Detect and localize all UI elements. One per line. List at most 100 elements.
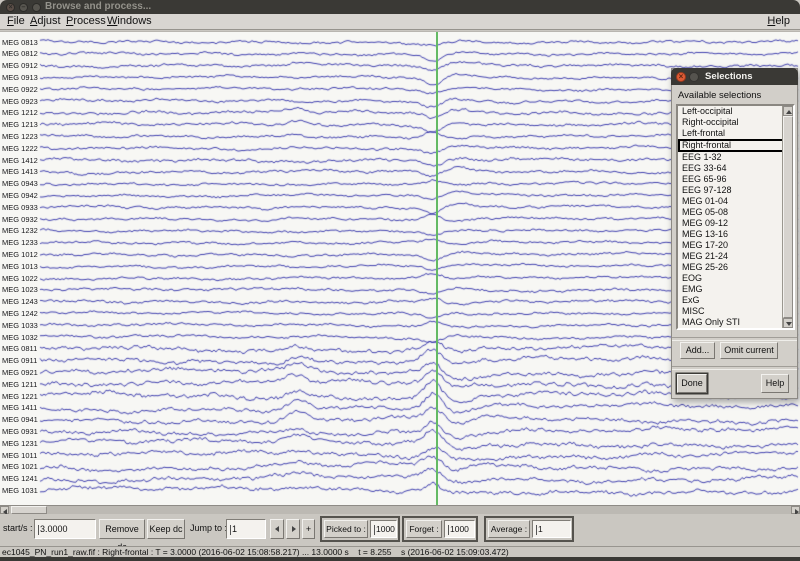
selection-item[interactable]: ExG	[678, 295, 793, 306]
channel-label[interactable]: MEG 1032	[2, 333, 38, 342]
title-bar[interactable]: × – Browse and process...	[0, 0, 800, 14]
menu-bar: File Adjust Process Windows Help	[0, 14, 800, 30]
selection-item[interactable]: EEG 65-96	[678, 174, 793, 185]
list-scrollbar[interactable]	[782, 106, 793, 328]
scrollbar-thumb[interactable]	[11, 506, 47, 514]
channel-label[interactable]: MEG 0813	[2, 38, 38, 47]
channel-label[interactable]: MEG 1231	[2, 439, 38, 448]
minimize-icon[interactable]: –	[19, 3, 28, 12]
forget-button[interactable]: Forget :	[406, 520, 442, 538]
channel-label[interactable]: MEG 1221	[2, 392, 38, 401]
selection-item[interactable]: EEG 33-64	[678, 163, 793, 174]
selection-item[interactable]: MAG Only STI	[678, 317, 793, 328]
channel-label[interactable]: MEG 1413	[2, 167, 38, 176]
forget-group: Forget : 1000	[402, 516, 478, 542]
channel-label[interactable]: MEG 0811	[2, 344, 37, 353]
menu-process[interactable]: Process	[64, 14, 108, 29]
scroll-left-icon[interactable]	[0, 506, 9, 514]
channel-label[interactable]: MEG 0942	[2, 191, 38, 200]
selection-item[interactable]: MEG 09-12	[678, 218, 793, 229]
channel-label[interactable]: MEG 1023	[2, 285, 38, 294]
selection-item[interactable]: Left-frontal	[678, 128, 793, 139]
channel-label[interactable]: MEG 0913	[2, 73, 38, 82]
channel-label[interactable]: MEG 0923	[2, 97, 38, 106]
add-button[interactable]: Add...	[680, 342, 715, 359]
channel-label[interactable]: MEG 1222	[2, 144, 38, 153]
selection-item[interactable]: MEG 05-08	[678, 207, 793, 218]
list-scroll-down-icon[interactable]	[783, 318, 793, 328]
horizontal-scrollbar[interactable]	[0, 505, 800, 514]
average-input[interactable]: 1	[532, 520, 571, 538]
average-button[interactable]: Average :	[488, 520, 530, 538]
selection-item[interactable]: MEG 01-04	[678, 196, 793, 207]
time-cursor[interactable]	[436, 32, 438, 506]
omit-current-button[interactable]: Omit current	[720, 342, 778, 359]
help-button[interactable]: Help	[761, 374, 789, 393]
channel-label[interactable]: MEG 1223	[2, 132, 38, 141]
selections-list[interactable]: Left-occipitalRight-occipitalLeft-fronta…	[676, 104, 795, 330]
channel-label[interactable]: MEG 0912	[2, 61, 38, 70]
start-input[interactable]: 3.0000	[34, 519, 96, 539]
channel-label[interactable]: MEG 0931	[2, 427, 38, 436]
selection-item[interactable]: Left-occipital	[678, 106, 793, 117]
picked-to-button[interactable]: Picked to :	[324, 520, 368, 538]
menu-help[interactable]: Help	[765, 14, 792, 29]
channel-label[interactable]: MEG 0941	[2, 415, 38, 424]
channel-label[interactable]: MEG 0932	[2, 215, 38, 224]
done-button[interactable]: Done	[677, 374, 707, 393]
selection-item[interactable]: EMG	[678, 284, 793, 295]
channel-label[interactable]: MEG 1412	[2, 156, 38, 165]
close-icon[interactable]: ×	[6, 3, 15, 12]
channel-label[interactable]: MEG 1022	[2, 274, 38, 283]
forget-input[interactable]: 1000	[444, 520, 475, 538]
dialog-menu-icon[interactable]	[689, 72, 699, 82]
menu-file[interactable]: File	[5, 14, 27, 29]
channel-label[interactable]: MEG 1241	[2, 474, 38, 483]
channel-label[interactable]: MEG 1212	[2, 108, 38, 117]
channel-label[interactable]: MEG 1233	[2, 238, 38, 247]
channel-label[interactable]: MEG 1011	[2, 451, 37, 460]
selection-item[interactable]: MEG 13-16	[678, 229, 793, 240]
channel-label[interactable]: MEG 0812	[2, 49, 38, 58]
selection-item-selected[interactable]: Right-frontal	[678, 139, 793, 152]
channel-label[interactable]: MEG 1232	[2, 226, 38, 235]
selection-item[interactable]: Right-occipital	[678, 117, 793, 128]
channel-label[interactable]: MEG 0943	[2, 179, 38, 188]
channel-label[interactable]: MEG 0922	[2, 85, 38, 94]
selection-item[interactable]: MEG 25-26	[678, 262, 793, 273]
channel-label[interactable]: MEG 1243	[2, 297, 38, 306]
channel-label[interactable]: MEG 1021	[2, 462, 38, 471]
keep-dc-button[interactable]: Keep dc	[147, 519, 185, 539]
channel-label[interactable]: MEG 1033	[2, 321, 38, 330]
prev-button[interactable]	[270, 519, 284, 539]
scroll-right-icon[interactable]	[791, 506, 800, 514]
selection-item[interactable]: EEG 1-32	[678, 152, 793, 163]
plus-button[interactable]: +	[302, 519, 315, 539]
menu-windows[interactable]: Windows	[105, 14, 154, 29]
selection-item[interactable]: MEG 17-20	[678, 240, 793, 251]
channel-label[interactable]: MEG 1242	[2, 309, 38, 318]
list-scrollbar-thumb[interactable]	[783, 116, 793, 318]
selection-item[interactable]: EOG	[678, 273, 793, 284]
channel-label[interactable]: MEG 1211	[2, 380, 37, 389]
next-button[interactable]	[286, 519, 300, 539]
jump-to-input[interactable]: 1	[226, 519, 266, 539]
dialog-title-bar[interactable]: × Selections	[671, 68, 798, 85]
selection-item[interactable]: MEG 21-24	[678, 251, 793, 262]
list-scroll-up-icon[interactable]	[783, 106, 793, 116]
picked-to-input[interactable]: 1000	[370, 520, 397, 538]
dialog-close-icon[interactable]: ×	[676, 72, 686, 82]
selection-item[interactable]: MISC	[678, 306, 793, 317]
channel-label[interactable]: MEG 1213	[2, 120, 38, 129]
maximize-icon[interactable]	[32, 3, 41, 12]
menu-adjust[interactable]: Adjust	[28, 14, 63, 29]
channel-label[interactable]: MEG 1411	[2, 403, 37, 412]
channel-label[interactable]: MEG 1013	[2, 262, 38, 271]
channel-label[interactable]: MEG 1031	[2, 486, 38, 495]
channel-label[interactable]: MEG 0933	[2, 203, 38, 212]
channel-label[interactable]: MEG 1012	[2, 250, 38, 259]
selection-item[interactable]: EEG 97-128	[678, 185, 793, 196]
remove-dc-button[interactable]: Remove dc	[99, 519, 145, 539]
channel-label[interactable]: MEG 0911	[2, 356, 37, 365]
channel-label[interactable]: MEG 0921	[2, 368, 38, 377]
